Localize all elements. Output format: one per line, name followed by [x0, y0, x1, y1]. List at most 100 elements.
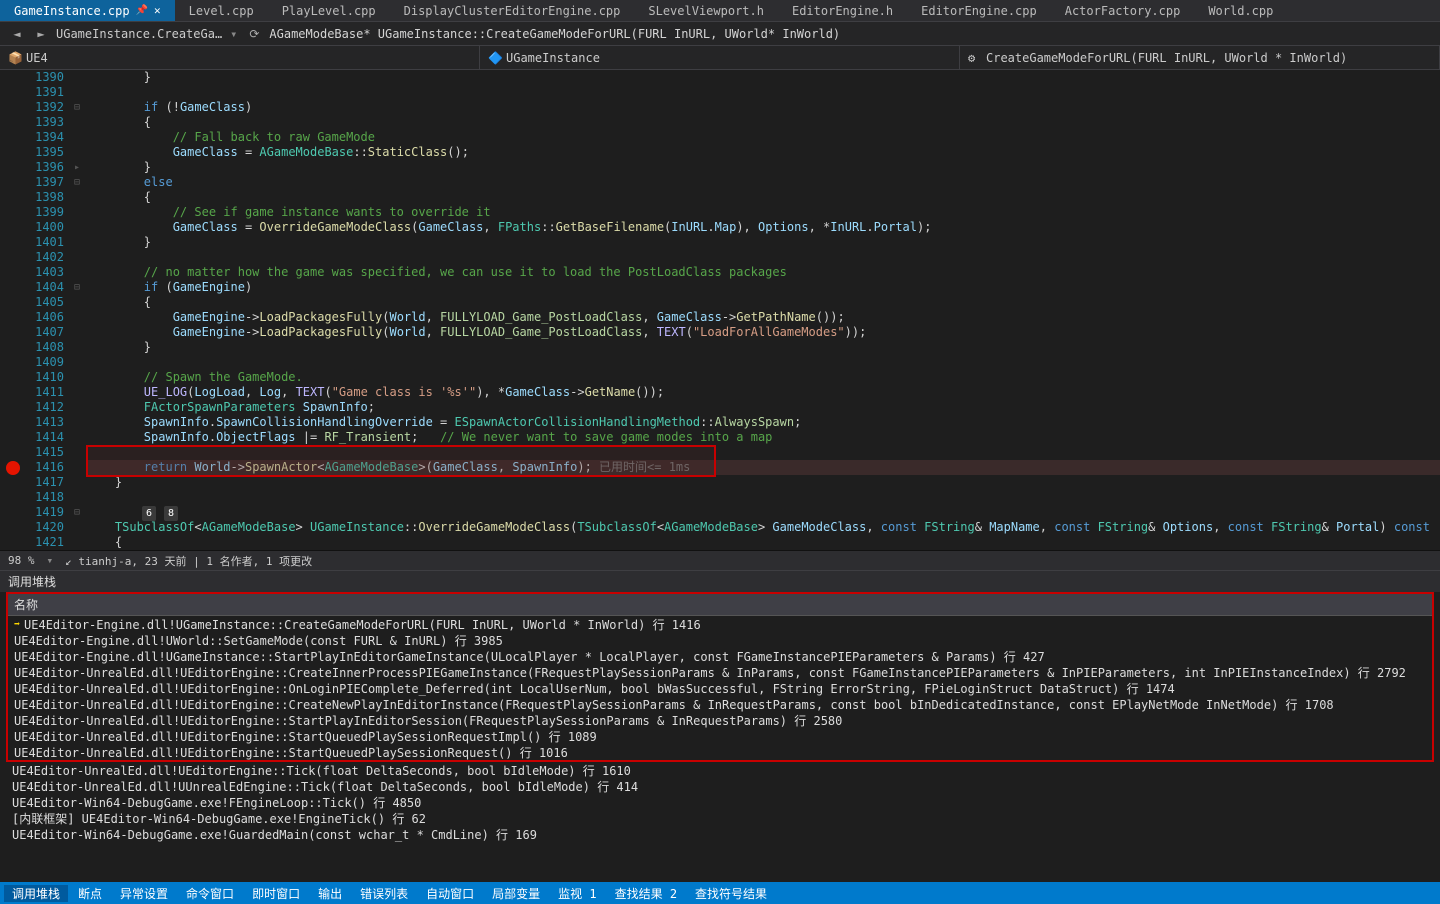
callstack-frame[interactable]: UE4Editor-Win64-DebugGame.exe!GuardedMai… — [0, 826, 1440, 842]
context-class[interactable]: 🔷 UGameInstance — [480, 46, 960, 69]
file-tab[interactable]: PlayLevel.cpp — [268, 0, 390, 21]
status-bar-tab[interactable]: 查找符号结果 — [687, 885, 775, 902]
callstack-frame[interactable]: UE4Editor-Engine.dll!UGameInstance::Star… — [8, 648, 1432, 664]
callstack-frame[interactable]: UE4Editor-UnrealEd.dll!UUnrealEdEngine::… — [0, 778, 1440, 794]
file-tab[interactable]: Level.cpp — [175, 0, 268, 21]
file-tab[interactable]: ActorFactory.cpp — [1051, 0, 1195, 21]
callstack-column-header[interactable]: 名称 — [8, 594, 1432, 616]
code-line[interactable]: else — [86, 175, 1440, 190]
editor-status-strip: 98 % ▾ ↙ tianhj-a, 23 天前 | 1 名作者, 1 项更改 — [0, 550, 1440, 570]
code-line[interactable]: { — [86, 190, 1440, 205]
fold-toggle-icon[interactable]: ▸ — [68, 160, 86, 175]
code-line[interactable]: SpawnInfo.SpawnCollisionHandlingOverride… — [86, 415, 1440, 430]
file-tab[interactable]: DisplayClusterEditorEngine.cpp — [390, 0, 635, 21]
code-lens-pill[interactable]: 6 — [142, 506, 156, 521]
callstack-frame[interactable]: UE4Editor-Engine.dll!UWorld::SetGameMode… — [8, 632, 1432, 648]
code-line[interactable]: } — [86, 160, 1440, 175]
callstack-rows: ➡UE4Editor-Engine.dll!UGameInstance::Cre… — [8, 616, 1432, 760]
status-bar-tab[interactable]: 输出 — [310, 885, 350, 902]
code-line[interactable]: } — [86, 340, 1440, 355]
pin-icon[interactable]: 📌 — [136, 5, 148, 16]
code-line[interactable]: TSubclassOf<AGameModeBase> UGameInstance… — [86, 520, 1440, 535]
nav-back-icon[interactable]: ◄ — [8, 25, 26, 43]
code-line[interactable]: } — [86, 235, 1440, 250]
code-line[interactable] — [86, 490, 1440, 505]
breakpoint-gutter[interactable] — [0, 70, 26, 550]
code-editor[interactable]: 1390139113921393139413951396139713981399… — [0, 70, 1440, 550]
line-number: 1418 — [26, 490, 64, 505]
code-line[interactable]: UE_LOG(LogLoad, Log, TEXT("Game class is… — [86, 385, 1440, 400]
status-bar-tab[interactable]: 断点 — [70, 885, 110, 902]
code-line[interactable]: GameEngine->LoadPackagesFully(World, FUL… — [86, 310, 1440, 325]
callstack-frame[interactable]: UE4Editor-UnrealEd.dll!UEditorEngine::St… — [8, 728, 1432, 744]
code-line[interactable]: if (GameEngine) — [86, 280, 1440, 295]
nav-full-signature[interactable]: AGameModeBase* UGameInstance::CreateGame… — [269, 27, 840, 41]
file-tab[interactable]: GameInstance.cpp📌✕ — [0, 0, 175, 21]
breakpoint-icon[interactable] — [6, 461, 20, 475]
code-line[interactable]: { — [86, 115, 1440, 130]
context-function[interactable]: ⚙ CreateGameModeForURL(FURL InURL, UWorl… — [960, 46, 1440, 69]
bottom-status-bar: 调用堆栈断点异常设置命令窗口即时窗口输出错误列表自动窗口局部变量监视 1查找结果… — [0, 882, 1440, 904]
code-line[interactable]: } — [86, 70, 1440, 85]
callstack-frame[interactable]: UE4Editor-UnrealEd.dll!UEditorEngine::On… — [8, 680, 1432, 696]
code-line[interactable]: FActorSpawnParameters SpawnInfo; — [86, 400, 1440, 415]
line-number: 1394 — [26, 130, 64, 145]
status-bar-tab[interactable]: 监视 1 — [550, 885, 604, 902]
code-line[interactable]: } — [86, 475, 1440, 490]
file-tab[interactable]: SLevelViewport.h — [634, 0, 778, 21]
callstack-frame[interactable]: UE4Editor-UnrealEd.dll!UEditorEngine::Cr… — [8, 696, 1432, 712]
callstack-frame[interactable]: UE4Editor-Win64-DebugGame.exe!FEngineLoo… — [0, 794, 1440, 810]
code-line[interactable] — [86, 355, 1440, 370]
status-bar-tab[interactable]: 调用堆栈 — [4, 885, 68, 902]
status-bar-tab[interactable]: 自动窗口 — [418, 885, 482, 902]
line-number: 1406 — [26, 310, 64, 325]
code-line[interactable]: GameClass = AGameModeBase::StaticClass()… — [86, 145, 1440, 160]
code-line[interactable] — [86, 445, 1440, 460]
code-line[interactable]: { — [86, 295, 1440, 310]
code-line[interactable]: // See if game instance wants to overrid… — [86, 205, 1440, 220]
callstack-frame[interactable]: [内联框架] UE4Editor-Win64-DebugGame.exe!Eng… — [0, 810, 1440, 826]
line-number: 1408 — [26, 340, 64, 355]
fold-toggle-icon[interactable]: ⊟ — [68, 175, 86, 190]
fold-toggle-icon[interactable]: ⊟ — [68, 280, 86, 295]
code-line[interactable]: // Fall back to raw GameMode — [86, 130, 1440, 145]
code-line[interactable]: // Spawn the GameMode. — [86, 370, 1440, 385]
status-bar-tab[interactable]: 即时窗口 — [244, 885, 308, 902]
close-icon[interactable]: ✕ — [154, 4, 161, 17]
nav-refresh-icon[interactable]: ⟳ — [245, 25, 263, 43]
file-tab[interactable]: EditorEngine.h — [778, 0, 907, 21]
status-bar-tab[interactable]: 错误列表 — [352, 885, 416, 902]
status-bar-tab[interactable]: 查找结果 2 — [607, 885, 685, 902]
zoom-level[interactable]: 98 % — [8, 554, 35, 567]
code-line[interactable]: GameClass = OverrideGameModeClass(GameCl… — [86, 220, 1440, 235]
file-tab[interactable]: EditorEngine.cpp — [907, 0, 1051, 21]
callstack-frame[interactable]: UE4Editor-UnrealEd.dll!UEditorEngine::Cr… — [8, 664, 1432, 680]
nav-short-path[interactable]: UGameInstance.CreateGa… — [56, 27, 222, 41]
callstack-frame[interactable]: ➡UE4Editor-Engine.dll!UGameInstance::Cre… — [8, 616, 1432, 632]
callstack-frame[interactable]: UE4Editor-UnrealEd.dll!UEditorEngine::Ti… — [0, 762, 1440, 778]
code-lens-pill[interactable]: 8 — [164, 506, 178, 521]
status-bar-tab[interactable]: 局部变量 — [484, 885, 548, 902]
line-number: 1407 — [26, 325, 64, 340]
status-bar-tab[interactable]: 异常设置 — [112, 885, 176, 902]
code-line[interactable]: GameEngine->LoadPackagesFully(World, FUL… — [86, 325, 1440, 340]
status-bar-tab[interactable]: 命令窗口 — [178, 885, 242, 902]
code-line[interactable]: { — [86, 535, 1440, 550]
code-line[interactable] — [86, 250, 1440, 265]
code-line[interactable]: return World->SpawnActor<AGameModeBase>(… — [86, 460, 1440, 475]
fold-gutter[interactable]: ⊟▸⊟⊟⊟ — [68, 70, 86, 550]
callstack-frame[interactable]: UE4Editor-UnrealEd.dll!UEditorEngine::St… — [8, 744, 1432, 760]
callstack-panel-title[interactable]: 调用堆栈 — [0, 570, 1440, 592]
git-blame-info[interactable]: ↙ tianhj-a, 23 天前 | 1 名作者, 1 项更改 — [65, 553, 312, 569]
callstack-frame[interactable]: UE4Editor-UnrealEd.dll!UEditorEngine::St… — [8, 712, 1432, 728]
code-line[interactable]: if (!GameClass) — [86, 100, 1440, 115]
fold-toggle-icon[interactable]: ⊟ — [68, 505, 86, 520]
code-line[interactable]: SpawnInfo.ObjectFlags |= RF_Transient; /… — [86, 430, 1440, 445]
file-tab[interactable]: World.cpp — [1194, 0, 1287, 21]
fold-toggle-icon[interactable]: ⊟ — [68, 100, 86, 115]
context-project[interactable]: 📦 UE4 — [0, 46, 480, 69]
code-line[interactable] — [86, 85, 1440, 100]
code-content[interactable]: } if (!GameClass) { // Fall back to raw … — [86, 70, 1440, 550]
code-line[interactable]: // no matter how the game was specified,… — [86, 265, 1440, 280]
nav-forward-icon[interactable]: ► — [32, 25, 50, 43]
